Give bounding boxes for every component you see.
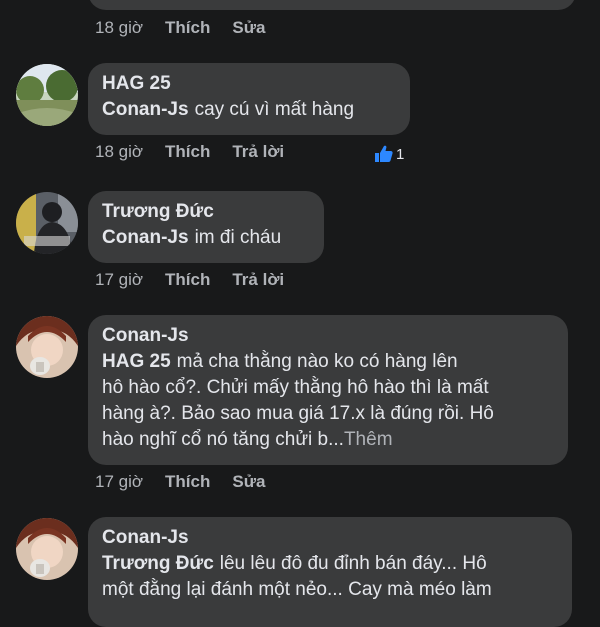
comment-time: 18 giờ — [95, 142, 144, 161]
avatar[interactable] — [16, 192, 78, 254]
see-more-link[interactable]: Thêm — [344, 429, 393, 450]
comment-time: 17 giờ — [95, 270, 144, 289]
edit-button[interactable]: Sửa — [232, 472, 265, 492]
mention-link[interactable]: HAG 25 — [102, 351, 171, 372]
mention-link[interactable]: Trương Đức — [102, 553, 214, 574]
comment-author[interactable]: Conan-Js — [102, 323, 554, 349]
comment-meta: 17 giờ Thích Sửa — [95, 472, 265, 492]
reply-button[interactable]: Trả lời — [232, 270, 284, 290]
thumbs-up-icon — [375, 145, 393, 162]
comment-bubble-partial — [88, 0, 576, 10]
comment-time: 17 giờ — [95, 472, 144, 491]
comment-bubble: HAG 25 Conan-Js cay cú vì mất hàng — [88, 63, 410, 135]
avatar[interactable] — [16, 316, 78, 378]
comment-bubble: Trương Đức Conan-Js im đi cháu — [88, 191, 324, 263]
comment-body-line: hàng à?. Bảo sao mua giá 17.x là đúng rồ… — [102, 403, 494, 424]
like-button[interactable]: Thích — [165, 270, 210, 290]
comment-author[interactable]: HAG 25 — [102, 71, 396, 97]
edit-button[interactable]: Sửa — [232, 18, 265, 38]
comment-body-line: mả cha thằng nào ko có hàng lên — [176, 351, 458, 372]
reaction-count[interactable]: 1 — [374, 145, 404, 163]
avatar[interactable] — [16, 64, 78, 126]
comment-author[interactable]: Trương Đức — [102, 199, 310, 225]
comment-text: Conan-Js im đi cháu — [102, 225, 310, 251]
comment-meta: 17 giờ Thích Trả lời — [95, 270, 284, 290]
like-button[interactable]: Thích — [165, 18, 210, 38]
comment-body: cay cú vì mất hàng — [194, 99, 355, 120]
comment-meta: 18 giờ Thích Trả lời — [95, 142, 284, 162]
reaction-count-value: 1 — [396, 145, 405, 163]
like-button[interactable]: Thích — [165, 472, 210, 492]
comment-bubble: Conan-Js Trương Đức lêu lêu đô đu đỉnh bá… — [88, 517, 572, 627]
comment-meta: 18 giờ Thích Sửa — [95, 18, 265, 38]
comment-body-line: lêu lêu đô đu đỉnh bán đáy... Hô — [219, 553, 487, 574]
comment-text: Trương Đức lêu lêu đô đu đỉnh bán đáy... … — [102, 551, 558, 603]
reply-button[interactable]: Trả lời — [232, 142, 284, 162]
avatar[interactable] — [16, 518, 78, 580]
comment-bubble: Conan-Js HAG 25 mả cha thằng nào ko có hà… — [88, 315, 568, 465]
comment-text: Conan-Js cay cú vì mất hàng — [102, 97, 396, 123]
mention-link[interactable]: Conan-Js — [102, 99, 189, 120]
comment-author[interactable]: Conan-Js — [102, 525, 558, 551]
like-button[interactable]: Thích — [165, 142, 210, 162]
comment-body-line: hào nghĩ cổ nó tăng chửi b... — [102, 429, 344, 450]
comment-body: im đi cháu — [194, 227, 282, 248]
comment-time: 18 giờ — [95, 18, 144, 37]
comment-text: HAG 25 mả cha thằng nào ko có hàng lên hô… — [102, 349, 554, 453]
mention-link[interactable]: Conan-Js — [102, 227, 189, 248]
comment-body-line: hô hào cổ?. Chửi mấy thằng hô hào thì là… — [102, 377, 489, 398]
comment-body-line: một đằng lại đánh một nẻo... Cay mà méo … — [102, 579, 492, 600]
